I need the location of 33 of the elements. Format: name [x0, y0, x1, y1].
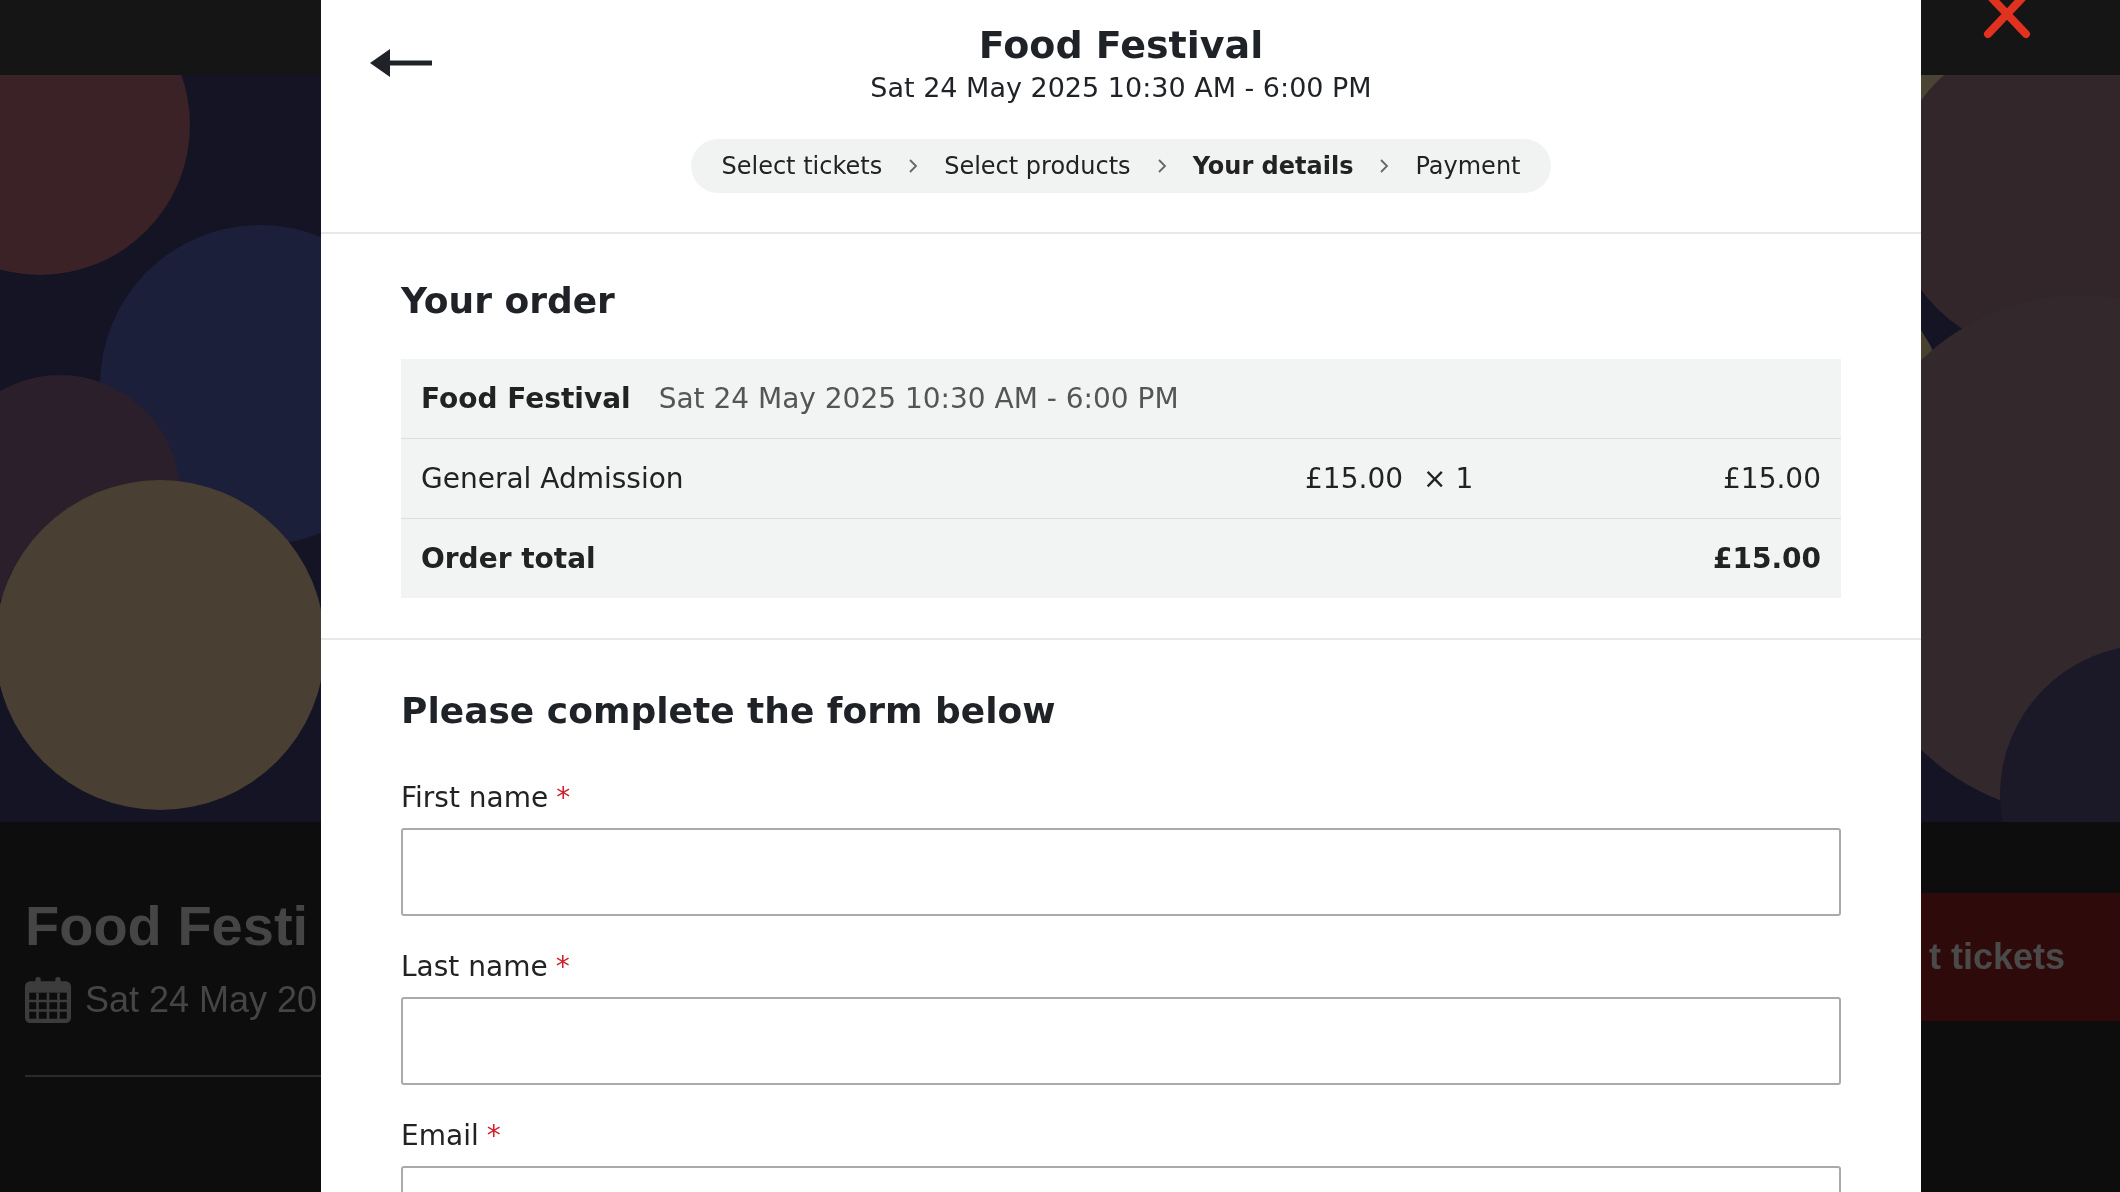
- line-total: £15.00: [1723, 462, 1821, 495]
- input-field[interactable]: [401, 997, 1841, 1085]
- field-label: Email: [401, 1119, 479, 1152]
- field-label: First name: [401, 781, 549, 814]
- section-heading: Please complete the form below: [401, 690, 1057, 731]
- event-date: Sat 24 May 2025 10:30 AM - 6:00 PM: [658, 382, 1179, 415]
- total-label: Order total: [421, 542, 596, 575]
- required-mark: *: [486, 1119, 501, 1152]
- chevron-icon: [1379, 159, 1390, 173]
- chevron-icon: [1156, 159, 1167, 173]
- ticket-quantity: × 1: [1423, 462, 1475, 495]
- event-date: Sat 24 May 20: [85, 979, 318, 1022]
- event-title: Food Festi: [25, 893, 310, 959]
- field-label: Last name: [401, 950, 548, 983]
- event-name: Food Festival: [421, 382, 631, 415]
- step-label: Select tickets: [721, 152, 883, 180]
- modal-title: Food Festival: [978, 22, 1264, 69]
- tickets-button[interactable]: t tickets: [1921, 893, 2120, 1021]
- ticket-name: General Admission: [421, 462, 685, 495]
- step-label: Payment: [1415, 152, 1521, 180]
- section-heading: Your order: [401, 280, 616, 321]
- ticket-price: £15.00: [1305, 462, 1403, 495]
- required-mark: *: [555, 950, 570, 983]
- close-icon[interactable]: [1982, 0, 2032, 40]
- back-arrow-icon[interactable]: [370, 47, 432, 79]
- step-label: Select products: [944, 152, 1131, 180]
- step-label: Your details: [1192, 152, 1354, 180]
- input-field[interactable]: [401, 828, 1841, 916]
- chevron-icon: [908, 159, 919, 173]
- event-date: Sat 24 May 2025 10:30 AM - 6:00 PM: [870, 72, 1372, 103]
- total-amount: £15.00: [1712, 542, 1821, 575]
- calendar-icon: [25, 977, 71, 1024]
- required-mark: *: [556, 781, 571, 814]
